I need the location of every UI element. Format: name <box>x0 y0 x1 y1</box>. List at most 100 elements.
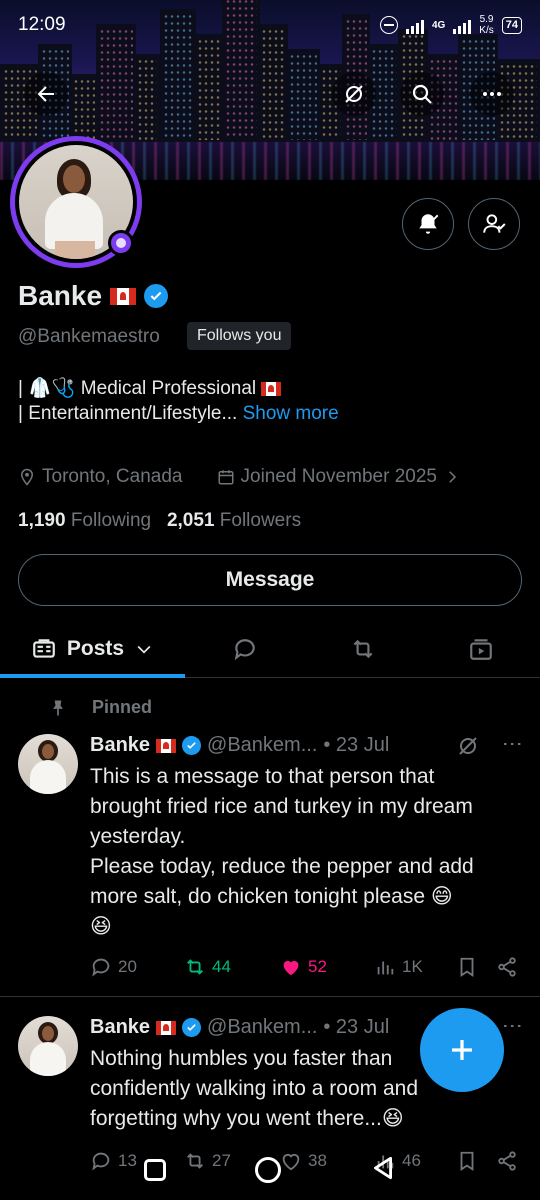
share-icon <box>498 957 516 977</box>
post-text-line: yesterday. <box>90 825 186 848</box>
post-text: This is a message to that person that br… <box>90 762 520 942</box>
tab-reposts[interactable] <box>318 620 408 678</box>
do-not-disturb-icon <box>379 16 398 34</box>
battery-indicator: 74 <box>501 16 522 34</box>
reply-icon <box>92 958 110 977</box>
status-bar: 12:09 4G 5.9 K/s 74 <box>0 0 540 50</box>
tab-media[interactable] <box>436 620 526 678</box>
following-label: Following <box>70 510 152 531</box>
views-button[interactable]: 1K <box>374 956 456 978</box>
show-more-link[interactable]: Show more <box>243 403 339 424</box>
signal-icon <box>405 16 424 34</box>
post-author-name[interactable]: Banke <box>90 1016 150 1039</box>
bookmark-icon <box>460 957 474 977</box>
network-speed-value: 5.9 <box>479 14 494 25</box>
repost-button[interactable]: 44 <box>184 956 280 978</box>
message-button[interactable]: Message <box>18 554 522 606</box>
tab-replies[interactable] <box>200 620 290 678</box>
profile-handle: @Bankemaestro <box>18 326 160 347</box>
banner-building <box>70 74 98 144</box>
profile-joined[interactable]: Joined November 2025 <box>241 466 437 488</box>
home-button[interactable] <box>254 1157 281 1183</box>
post-actions: 20 44 52 1K <box>90 956 526 978</box>
banner-building <box>194 34 224 144</box>
post-text-line: This is a message to that person that <box>90 765 435 788</box>
followers-link[interactable]: 2,051 Followers <box>167 510 301 531</box>
notifications-button[interactable] <box>402 198 454 250</box>
post-author-handle: @Bankem... <box>207 734 318 756</box>
network-type: 4G <box>431 19 446 31</box>
back-triangle-icon <box>373 1156 392 1179</box>
post-text-line: more salt, do chicken tonight please 😄 <box>90 885 453 908</box>
repost-count: 44 <box>212 957 231 976</box>
post-item[interactable]: Banke @Bankem... • 23 Jul ⋮ This is a me… <box>0 730 540 990</box>
recent-apps-button[interactable] <box>144 1159 167 1181</box>
following-button[interactable] <box>468 198 520 250</box>
share-button[interactable] <box>496 956 518 978</box>
verified-badge-icon[interactable] <box>144 284 169 308</box>
grok-icon <box>345 85 363 103</box>
reply-button[interactable]: 20 <box>90 956 184 978</box>
active-tab-indicator <box>0 674 185 678</box>
more-horizontal-icon <box>483 92 501 96</box>
back-button[interactable] <box>24 72 68 116</box>
signal-icon-2 <box>453 16 472 34</box>
post-author-name[interactable]: Banke <box>90 734 150 757</box>
subscription-badge-icon <box>108 230 134 256</box>
post-avatar[interactable] <box>18 1016 78 1076</box>
bio-line-1: | 🥼🩺 Medical Professional <box>18 378 257 399</box>
search-button[interactable] <box>400 72 444 116</box>
canada-flag-icon <box>156 738 177 753</box>
post-header: Banke @Bankem... • 23 Jul <box>90 1016 389 1039</box>
profile-name: Banke <box>18 280 103 311</box>
following-link[interactable]: 1,190 Following <box>18 510 151 531</box>
profile-meta: Toronto, Canada Joined November 2025 <box>18 466 461 488</box>
posts-icon <box>33 639 55 658</box>
repost-icon <box>187 959 203 975</box>
post-text-line: Please today, reduce the pepper and add <box>90 855 474 878</box>
like-button[interactable]: 52 <box>280 956 374 978</box>
post-more-button[interactable]: ⋮ <box>500 1016 524 1037</box>
tab-posts[interactable]: Posts <box>0 620 185 678</box>
system-back-button[interactable] <box>370 1155 396 1186</box>
post-text-line: 😆 <box>90 915 112 938</box>
network-speed-unit: K/s <box>479 25 494 36</box>
bookmark-button[interactable] <box>456 956 496 978</box>
canada-flag-icon <box>156 1020 177 1035</box>
more-options-button[interactable] <box>470 72 514 116</box>
post-avatar[interactable] <box>18 734 78 794</box>
verified-badge-icon <box>182 736 202 755</box>
grok-icon <box>459 737 477 755</box>
bio-line-2: | Entertainment/Lifestyle... <box>18 403 238 424</box>
banner-building <box>286 49 320 144</box>
profile-bio: | 🥼🩺 Medical Professional | Entertainmen… <box>18 376 339 426</box>
calendar-icon <box>218 470 233 485</box>
repost-icon <box>353 639 373 659</box>
pin-icon <box>53 700 63 715</box>
profile-tabs: Posts <box>0 620 540 678</box>
follows-you-badge: Follows you <box>187 322 292 350</box>
follow-counts: 1,190 Following 2,051 Followers <box>18 510 301 532</box>
banner-building <box>134 54 160 144</box>
network-speed: 5.9 K/s <box>479 14 493 36</box>
views-icon <box>377 961 394 975</box>
post-divider <box>0 996 540 997</box>
post-author-handle: @Bankem... <box>207 1016 318 1038</box>
grok-post-button[interactable] <box>456 734 480 763</box>
post-more-button[interactable]: ⋮ <box>500 734 524 755</box>
reply-icon <box>234 639 255 661</box>
heart-filled-icon <box>283 960 299 976</box>
compose-post-button[interactable] <box>420 1008 504 1092</box>
plus-icon <box>452 1040 472 1060</box>
views-count: 1K <box>402 957 423 976</box>
back-arrow-icon <box>37 86 54 102</box>
profile-location: Toronto, Canada <box>42 466 183 487</box>
profile-name-row: Banke <box>18 280 169 312</box>
canada-flag-icon <box>110 287 137 305</box>
chevron-right-icon <box>449 471 457 483</box>
bell-check-icon <box>419 214 439 234</box>
grok-button[interactable] <box>332 72 376 116</box>
post-text-line: forgetting why you went there...😆 <box>90 1107 404 1130</box>
post-header: Banke @Bankem... • 23 Jul <box>90 734 389 757</box>
pinned-text: Pinned <box>92 697 153 717</box>
